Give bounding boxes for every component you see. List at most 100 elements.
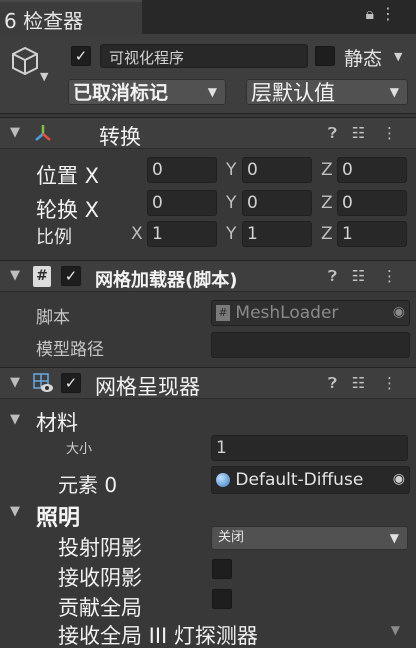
static-dropdown-arrow-icon[interactable]: ▼ <box>394 50 402 63</box>
lock-icon[interactable]: 🔒︎ <box>365 4 380 23</box>
script-file-icon: # <box>33 266 51 287</box>
axis-z-label: Z <box>321 160 333 180</box>
position-x-field[interactable]: 0 <box>147 157 217 183</box>
transform-title: 转换 <box>99 125 141 149</box>
script-value: MeshLoader <box>235 303 339 323</box>
inspector-tab[interactable]: 6 检查器 <box>0 0 142 34</box>
contribute-gi-label: 贡献全局 <box>58 596 142 620</box>
axis-y-label: Y <box>226 224 237 244</box>
preset-sliders-icon[interactable]: ☷ <box>352 374 365 392</box>
inspector-tab-title: 6 检查器 <box>4 9 84 33</box>
static-checkbox[interactable] <box>315 46 335 66</box>
mesh-loader-header[interactable]: ▼ # ✓ 网格加载器(脚本) ❓︎ ☷ ⋮ <box>0 260 416 292</box>
preset-sliders-icon[interactable]: ☷ <box>352 267 365 285</box>
mesh-renderer-header[interactable]: ▼ ✓ 网格呈现器 ❓︎ ☷ ⋮ <box>0 367 416 399</box>
position-y-value: 0 <box>247 160 258 180</box>
header-icons: ❓︎ ☷ ⋮ <box>328 124 397 142</box>
fold-arrow-icon[interactable]: ▼ <box>10 268 20 283</box>
kebab-menu-icon[interactable]: ⋮ <box>380 4 402 23</box>
scale-x-value: 1 <box>152 224 163 244</box>
material-sphere-icon <box>216 473 230 487</box>
rotation-x-field[interactable]: 0 <box>147 190 217 216</box>
script-field[interactable]: # MeshLoader ◉ <box>211 300 410 326</box>
receive-shadows-checkbox[interactable] <box>212 559 232 579</box>
mesh-loader-enabled-checkbox[interactable]: ✓ <box>61 266 81 286</box>
header-icons: ❓︎ ☷ ⋮ <box>328 267 397 285</box>
lighting-label: 照明 <box>36 506 81 531</box>
rotation-y-field[interactable]: 0 <box>242 190 312 216</box>
rotation-label: 轮换 X <box>36 198 100 222</box>
kebab-menu-icon[interactable]: ⋮ <box>382 124 397 142</box>
model-path-field[interactable] <box>211 332 410 358</box>
object-name-field[interactable]: 可视化程序 <box>100 44 308 68</box>
tag-dropdown[interactable]: 已取消标记 ▼ <box>68 79 226 105</box>
mesh-loader-title: 网格加载器(脚本) <box>95 270 238 291</box>
axis-y-label: Y <box>226 193 237 213</box>
preset-sliders-icon[interactable]: ☷ <box>352 124 365 142</box>
mesh-renderer-icon <box>32 372 54 398</box>
tab-icons: 🔒︎⋮ <box>365 4 402 24</box>
chevron-down-icon: ▼ <box>389 531 399 545</box>
cast-shadows-dropdown[interactable]: 关闭 ▼ <box>211 526 408 550</box>
inspector-tab-bar: 6 检查器 🔒︎⋮ <box>0 0 416 34</box>
cube-dropdown-arrow-icon[interactable]: ▼ <box>40 70 48 83</box>
script-label: 脚本 <box>36 308 70 328</box>
script-asset-icon: # <box>216 305 230 321</box>
transform-header[interactable]: ▼ 转换 ❓︎ ☷ ⋮ <box>0 117 416 149</box>
transform-icon <box>33 123 53 147</box>
chevron-down-icon: ▼ <box>390 623 400 637</box>
scale-label: 比例 <box>36 227 72 248</box>
model-path-label: 模型路径 <box>36 340 104 360</box>
axis-x-label: X <box>131 224 143 244</box>
scale-z-field[interactable]: 1 <box>337 221 407 247</box>
materials-fold-arrow-icon[interactable]: ▼ <box>10 412 20 427</box>
object-name-value: 可视化程序 <box>109 49 185 67</box>
size-label: 大小 <box>66 442 93 457</box>
layer-dropdown[interactable]: 层默认值 ▼ <box>246 79 408 105</box>
kebab-menu-icon[interactable]: ⋮ <box>382 267 397 285</box>
static-label: 静态 <box>344 48 383 70</box>
object-picker-icon[interactable]: ◉ <box>393 471 405 487</box>
help-icon[interactable]: ❓︎ <box>328 374 337 392</box>
position-z-value: 0 <box>342 160 353 180</box>
help-icon[interactable]: ❓︎ <box>328 124 337 142</box>
object-picker-icon[interactable]: ◉ <box>393 304 405 320</box>
axis-z-label: Z <box>321 193 333 213</box>
scale-z-value: 1 <box>342 224 353 244</box>
position-label: 位置 X <box>36 164 100 188</box>
axis-y-label: Y <box>226 160 237 180</box>
axis-z-label: Z <box>321 224 333 244</box>
position-x-value: 0 <box>152 160 163 180</box>
help-icon[interactable]: ❓︎ <box>328 267 337 285</box>
rotation-z-field[interactable]: 0 <box>337 190 407 216</box>
size-field[interactable]: 1 <box>211 435 408 461</box>
scale-x-field[interactable]: 1 <box>147 221 217 247</box>
position-z-field[interactable]: 0 <box>337 157 407 183</box>
scale-y-field[interactable]: 1 <box>242 221 312 247</box>
cube-icon[interactable] <box>10 46 40 80</box>
scale-y-value: 1 <box>247 224 258 244</box>
element-0-field[interactable]: Default-Diffuse ◉ <box>211 466 410 494</box>
lighting-fold-arrow-icon[interactable]: ▼ <box>10 504 20 519</box>
chevron-down-icon: ▼ <box>207 85 217 99</box>
header-icons: ❓︎ ☷ ⋮ <box>328 374 397 392</box>
fold-arrow-icon[interactable]: ▼ <box>10 375 20 390</box>
element-0-value: Default-Diffuse <box>235 470 364 490</box>
mesh-renderer-enabled-checkbox[interactable]: ✓ <box>61 373 81 393</box>
contribute-gi-checkbox[interactable] <box>212 589 232 609</box>
layer-dropdown-label: 层默认值 <box>251 81 335 105</box>
position-y-field[interactable]: 0 <box>242 157 312 183</box>
materials-label: 材料 <box>36 411 78 435</box>
kebab-menu-icon[interactable]: ⋮ <box>382 374 397 392</box>
rotation-x-value: 0 <box>152 193 163 213</box>
receive-gi-dropdown[interactable]: ▼ <box>211 618 408 642</box>
element-0-label: 元素 0 <box>58 473 118 497</box>
cast-shadows-label: 投射阴影 <box>58 536 142 560</box>
receive-shadows-label: 接收阴影 <box>58 566 142 590</box>
fold-arrow-icon[interactable]: ▼ <box>10 125 20 140</box>
cast-shadows-value: 关闭 <box>218 530 245 545</box>
mesh-renderer-title: 网格呈现器 <box>95 375 200 399</box>
object-header: ▼ ✓ 可视化程序 静态 ▼ 已取消标记 ▼ 层默认值 ▼ <box>0 34 416 114</box>
size-value: 1 <box>216 438 227 458</box>
active-checkbox[interactable]: ✓ <box>71 46 91 66</box>
